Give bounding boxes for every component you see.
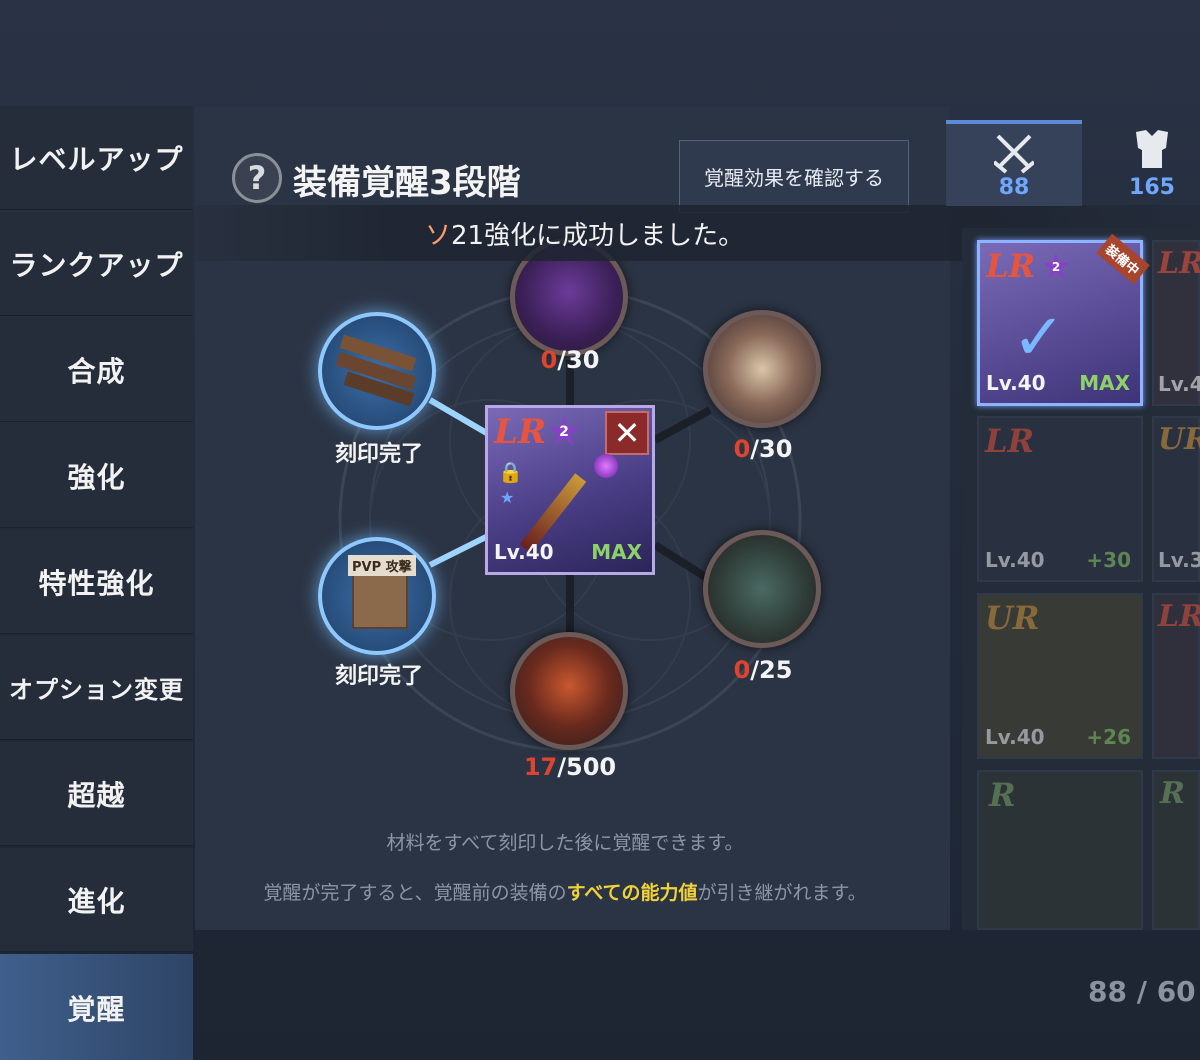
sidebar: レベルアップ ランクアップ 合成 強化 特性強化 オプション変更 超越 進化 覚… bbox=[0, 106, 193, 1060]
sidebar-item-label: 強化 bbox=[67, 460, 126, 494]
lock-icon: 🔒 bbox=[498, 460, 523, 484]
rank-label: UR bbox=[985, 599, 1040, 637]
view-awakening-effect-button[interactable]: 覚醒効果を確認する bbox=[679, 140, 909, 213]
star-icon: ★ bbox=[500, 488, 515, 507]
sidebar-item-label: オプション変更 bbox=[9, 676, 184, 704]
sidebar-item-label: ランクアップ bbox=[9, 248, 184, 282]
max-label: MAX bbox=[591, 540, 642, 564]
sidebar-item-level-up[interactable]: レベルアップ bbox=[0, 106, 193, 210]
level-label: Lv.40 bbox=[985, 725, 1045, 749]
plus-label: +30 bbox=[1086, 548, 1131, 572]
pvp-tag: PVP 攻撃 bbox=[348, 555, 416, 576]
sidebar-item-rank-up[interactable]: ランクアップ bbox=[0, 212, 193, 316]
inventory-slot[interactable]: LR Lv.40 +30 bbox=[977, 416, 1143, 582]
material-count-top: 0/30 bbox=[540, 346, 600, 374]
level-label: Lv.40 bbox=[985, 548, 1045, 572]
sidebar-item-label: 超越 bbox=[67, 778, 126, 812]
toast-prefix: ソ bbox=[425, 220, 452, 251]
star-badge-icon: 2 bbox=[1042, 253, 1070, 279]
engraved-label: 刻印完了 bbox=[334, 664, 423, 689]
toast-message: 21強化に成功しました。 bbox=[451, 220, 745, 251]
inventory-slot[interactable]: LR 2 装備中 ✓ Lv.40 MAX bbox=[977, 233, 1150, 406]
sidebar-item-option-change[interactable]: オプション変更 bbox=[0, 636, 193, 740]
material-node-pvp-scroll[interactable]: PVP 攻撃 bbox=[318, 537, 436, 655]
material-node-void-scroll[interactable] bbox=[703, 310, 821, 428]
rank-label: LR bbox=[986, 247, 1036, 285]
question-icon[interactable]: ? bbox=[232, 153, 282, 203]
tab-count: 88 bbox=[998, 175, 1030, 200]
sidebar-item-label: 覚醒 bbox=[67, 992, 126, 1026]
material-count-right-top: 0/30 bbox=[733, 435, 793, 463]
checkmark-icon: ✓ bbox=[1012, 301, 1066, 375]
armor-icon bbox=[1136, 130, 1168, 168]
info-text-2: 覚醒が完了すると、覚醒前の装備のすべての能力値が引き継がれます。 bbox=[263, 882, 867, 904]
inventory-slot[interactable]: LR bbox=[1152, 593, 1200, 759]
sidebar-item-enhance[interactable]: 強化 bbox=[0, 424, 193, 528]
sidebar-item-label: 合成 bbox=[67, 354, 126, 388]
target-equipment-card[interactable]: LR 2 ✕ 🔒 ★ Lv.40 MAX bbox=[485, 405, 655, 575]
star-badge-icon: 2 bbox=[548, 416, 580, 446]
equipped-badge: 装備中 bbox=[1096, 233, 1150, 285]
level-label: Lv.3 bbox=[1158, 548, 1200, 572]
material-node-jade-ingot[interactable] bbox=[703, 530, 821, 648]
rank-label: UR bbox=[1158, 422, 1200, 457]
sidebar-item-label: 進化 bbox=[67, 884, 126, 918]
level-label: Lv.40 bbox=[494, 540, 554, 564]
tab-armor[interactable]: 165 bbox=[1084, 120, 1200, 206]
info-text-1: 材料をすべて刻印した後に覚醒できます。 bbox=[386, 832, 744, 854]
page-title: 装備覚醒3段階 bbox=[293, 163, 521, 203]
sidebar-item-trait-enhance[interactable]: 特性強化 bbox=[0, 530, 193, 634]
material-count-right-bottom: 0/25 bbox=[733, 656, 793, 684]
rank-label: R bbox=[989, 776, 1016, 814]
sidebar-item-awaken[interactable]: 覚醒 bbox=[0, 954, 193, 1060]
rank-label: LR bbox=[494, 412, 547, 452]
tab-weapons[interactable]: 88 bbox=[946, 120, 1082, 206]
material-node-fire-orb[interactable] bbox=[510, 632, 628, 750]
inventory-slot[interactable]: UR Lv.40 +26 bbox=[977, 593, 1143, 759]
staff-gem-icon bbox=[594, 454, 618, 478]
engraved-label: 刻印完了 bbox=[334, 442, 423, 467]
sidebar-item-label: 特性強化 bbox=[38, 566, 155, 600]
inventory-slot[interactable]: LR Lv.4 bbox=[1152, 240, 1200, 406]
sidebar-item-transcend[interactable]: 超越 bbox=[0, 742, 193, 846]
sidebar-item-label: レベルアップ bbox=[9, 142, 184, 176]
material-node-wood-planks[interactable] bbox=[318, 312, 436, 430]
inventory-count: 88 / 60 bbox=[1088, 975, 1196, 1008]
rank-label: R bbox=[1160, 776, 1185, 811]
plus-label: +26 bbox=[1086, 725, 1131, 749]
material-count-bottom: 17/500 bbox=[523, 753, 617, 781]
max-label: MAX bbox=[1079, 371, 1130, 395]
level-label: Lv.4 bbox=[1158, 372, 1200, 396]
inventory-slot[interactable]: R bbox=[1152, 770, 1200, 930]
close-icon[interactable]: ✕ bbox=[605, 411, 649, 455]
crossed-swords-icon bbox=[994, 134, 1034, 174]
inventory-slot[interactable]: R bbox=[977, 770, 1143, 930]
rank-label: LR bbox=[1158, 599, 1200, 634]
tab-count: 165 bbox=[1129, 175, 1175, 200]
sidebar-item-evolve[interactable]: 進化 bbox=[0, 848, 193, 952]
inventory-slot[interactable]: UR Lv.3 bbox=[1152, 416, 1200, 582]
level-label: Lv.40 bbox=[986, 371, 1046, 395]
rank-label: LR bbox=[985, 422, 1035, 460]
rank-label: LR bbox=[1158, 246, 1200, 281]
sidebar-item-synthesis[interactable]: 合成 bbox=[0, 318, 193, 422]
